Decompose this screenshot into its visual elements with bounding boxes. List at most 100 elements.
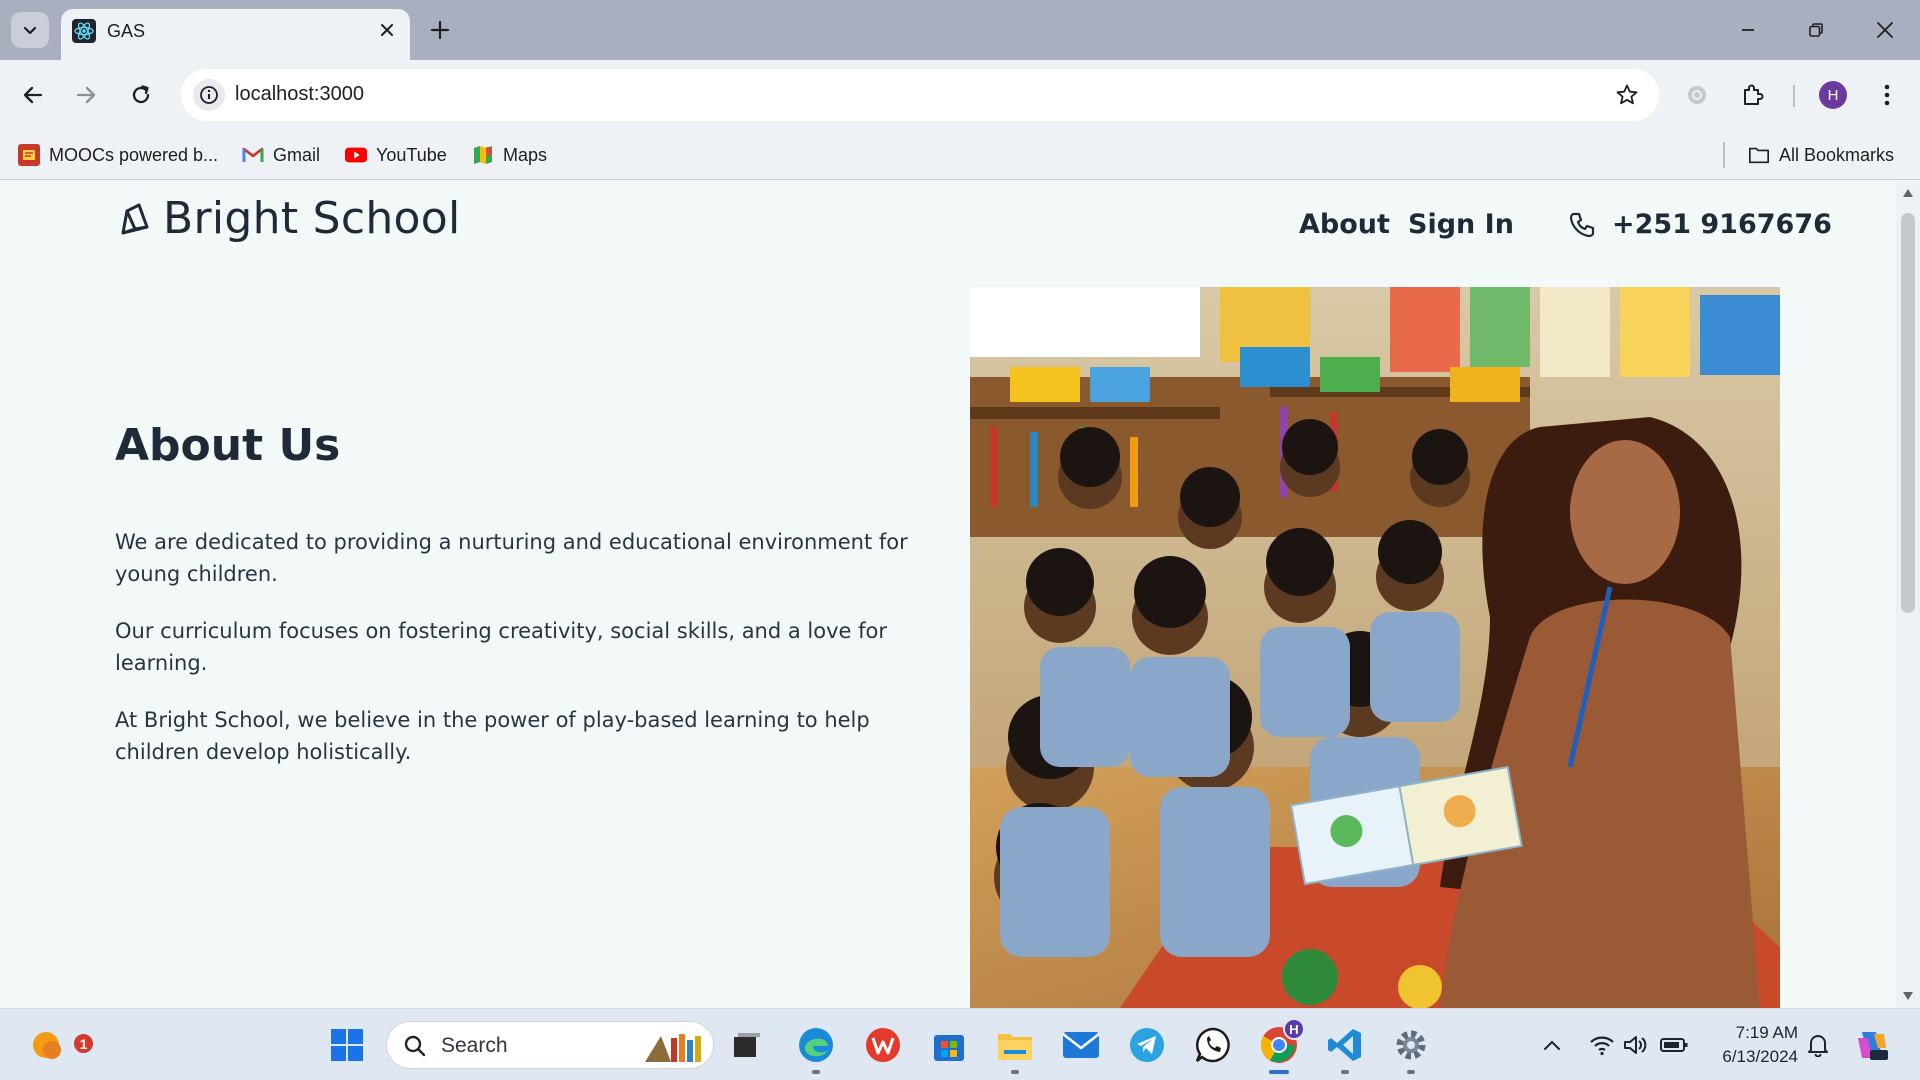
taskbar-wps[interactable]	[860, 1022, 906, 1068]
page-scrollbar[interactable]	[1896, 181, 1920, 1008]
address-bar[interactable]: localhost:3000	[181, 69, 1659, 121]
book-logo-icon	[121, 203, 149, 234]
back-button[interactable]	[13, 75, 53, 115]
taskbar-settings[interactable]	[1388, 1022, 1434, 1074]
all-bookmarks-label: All Bookmarks	[1779, 144, 1895, 165]
bookmarks-divider	[1723, 142, 1725, 168]
taskbar-whatsapp[interactable]	[1190, 1022, 1236, 1068]
running-indicator	[812, 1070, 820, 1074]
telegram-icon	[1130, 1028, 1164, 1062]
all-bookmarks-button[interactable]: All Bookmarks	[1748, 138, 1894, 172]
chevron-up-icon	[1544, 1040, 1560, 1050]
folder-icon	[998, 1034, 1032, 1060]
taskbar-store[interactable]	[926, 1022, 972, 1068]
wps-icon	[866, 1028, 900, 1062]
tray-notifications[interactable]	[1796, 1022, 1840, 1068]
taskbar: 1 Search H 7:19 AM 6/13/2024	[0, 1008, 1920, 1080]
bell-icon	[1808, 1035, 1828, 1057]
bookmark-label: Gmail	[273, 144, 321, 165]
copilot-icon	[1858, 1032, 1888, 1060]
taskbar-mail[interactable]	[1058, 1022, 1104, 1068]
extension-button[interactable]	[1678, 76, 1716, 114]
minimize-icon	[1742, 29, 1754, 31]
whatsapp-icon	[1195, 1027, 1230, 1063]
browser-menu-button[interactable]	[1868, 76, 1906, 114]
taskbar-chrome[interactable]: H	[1256, 1018, 1305, 1074]
about-paragraph: At Bright School, we believe in the powe…	[115, 708, 870, 764]
taskbar-weather[interactable]: 1	[25, 1022, 95, 1068]
extensions-menu-button[interactable]	[1734, 76, 1772, 114]
site-info-button[interactable]	[193, 79, 225, 111]
nav-signin-link[interactable]: Sign In	[1408, 209, 1514, 240]
puzzle-icon	[1744, 84, 1764, 105]
phone-icon	[1569, 212, 1595, 237]
search-highlight-icon	[645, 1034, 701, 1062]
scroll-up-arrow[interactable]	[1902, 187, 1914, 199]
minimize-button[interactable]	[1725, 12, 1771, 48]
start-button[interactable]	[324, 1022, 370, 1068]
about-heading: About Us	[115, 420, 341, 471]
tray-overflow-button[interactable]	[1532, 1022, 1572, 1068]
url-text[interactable]: localhost:3000	[235, 83, 364, 106]
close-window-button[interactable]	[1862, 12, 1908, 48]
task-view-icon	[734, 1033, 760, 1057]
windows-icon	[331, 1029, 363, 1061]
sun-cloud-icon	[33, 1032, 61, 1059]
bookmarks-bar: MOOCs powered b... Gmail YouTube Maps Al…	[0, 130, 1920, 180]
gear-icon	[1396, 1030, 1426, 1060]
tab-search-button[interactable]	[11, 12, 49, 48]
active-indicator	[1269, 1070, 1289, 1074]
chrome-profile-badge: H	[1283, 1018, 1305, 1040]
system-clock[interactable]: 7:19 AM 6/13/2024	[1698, 1021, 1798, 1069]
youtube-icon	[345, 144, 367, 166]
info-icon	[200, 86, 218, 104]
bookmark-maps[interactable]: Maps	[472, 138, 547, 172]
tray-volume[interactable]	[1615, 1022, 1655, 1068]
tray-copilot[interactable]	[1850, 1022, 1894, 1068]
triangle-up-icon	[1903, 189, 1913, 197]
clock-time: 7:19 AM	[1735, 1023, 1798, 1042]
scroll-down-arrow[interactable]	[1902, 990, 1914, 1002]
phone-contact[interactable]: +251 9167676	[1568, 209, 1832, 240]
edge-icon	[799, 1028, 833, 1062]
new-tab-button[interactable]	[425, 15, 455, 45]
arrow-right-icon	[76, 86, 96, 104]
taskbar-file-explorer[interactable]	[992, 1022, 1038, 1074]
scrollbar-thumb[interactable]	[1901, 213, 1915, 613]
taskbar-vscode[interactable]	[1322, 1022, 1368, 1074]
bookmark-label: MOOCs powered b...	[49, 144, 219, 165]
brand-logo-link[interactable]: Bright School	[115, 193, 461, 244]
nav-about-link[interactable]: About	[1299, 209, 1390, 240]
taskbar-search[interactable]: Search	[386, 1021, 714, 1069]
toolbar-divider	[1793, 85, 1795, 107]
forward-button[interactable]	[66, 75, 106, 115]
bookmark-moocs[interactable]: MOOCs powered b...	[18, 138, 218, 172]
running-indicator	[1407, 1070, 1415, 1074]
arrow-left-icon	[23, 86, 43, 104]
tab-active[interactable]: GAS	[61, 9, 410, 60]
bookmark-youtube[interactable]: YouTube	[345, 138, 447, 172]
bookmark-label: YouTube	[376, 144, 447, 165]
taskbar-edge[interactable]	[793, 1022, 839, 1074]
restore-button[interactable]	[1793, 12, 1839, 48]
tab-title: GAS	[107, 21, 146, 41]
classroom-photo	[970, 287, 1780, 1008]
bookmark-gmail[interactable]: Gmail	[242, 138, 320, 172]
bookmark-label: Maps	[503, 144, 548, 165]
running-indicator	[1341, 1070, 1349, 1074]
clock-date: 6/13/2024	[1722, 1047, 1798, 1066]
taskbar-task-view[interactable]	[723, 1022, 769, 1068]
phone-number: +251 9167676	[1612, 209, 1832, 240]
bookmark-star-button[interactable]	[1613, 81, 1641, 109]
taskbar-telegram[interactable]	[1124, 1022, 1170, 1068]
triangle-down-icon	[1903, 992, 1913, 1000]
notification-badge: 1	[72, 1032, 95, 1055]
tray-battery[interactable]	[1652, 1022, 1696, 1068]
reload-button[interactable]	[121, 75, 161, 115]
store-icon	[934, 1035, 964, 1061]
plus-icon	[430, 20, 450, 40]
profile-avatar[interactable]: H	[1819, 81, 1847, 109]
vscode-icon	[1328, 1029, 1361, 1061]
tab-close-button[interactable]	[374, 17, 400, 43]
search-icon	[404, 1035, 426, 1057]
